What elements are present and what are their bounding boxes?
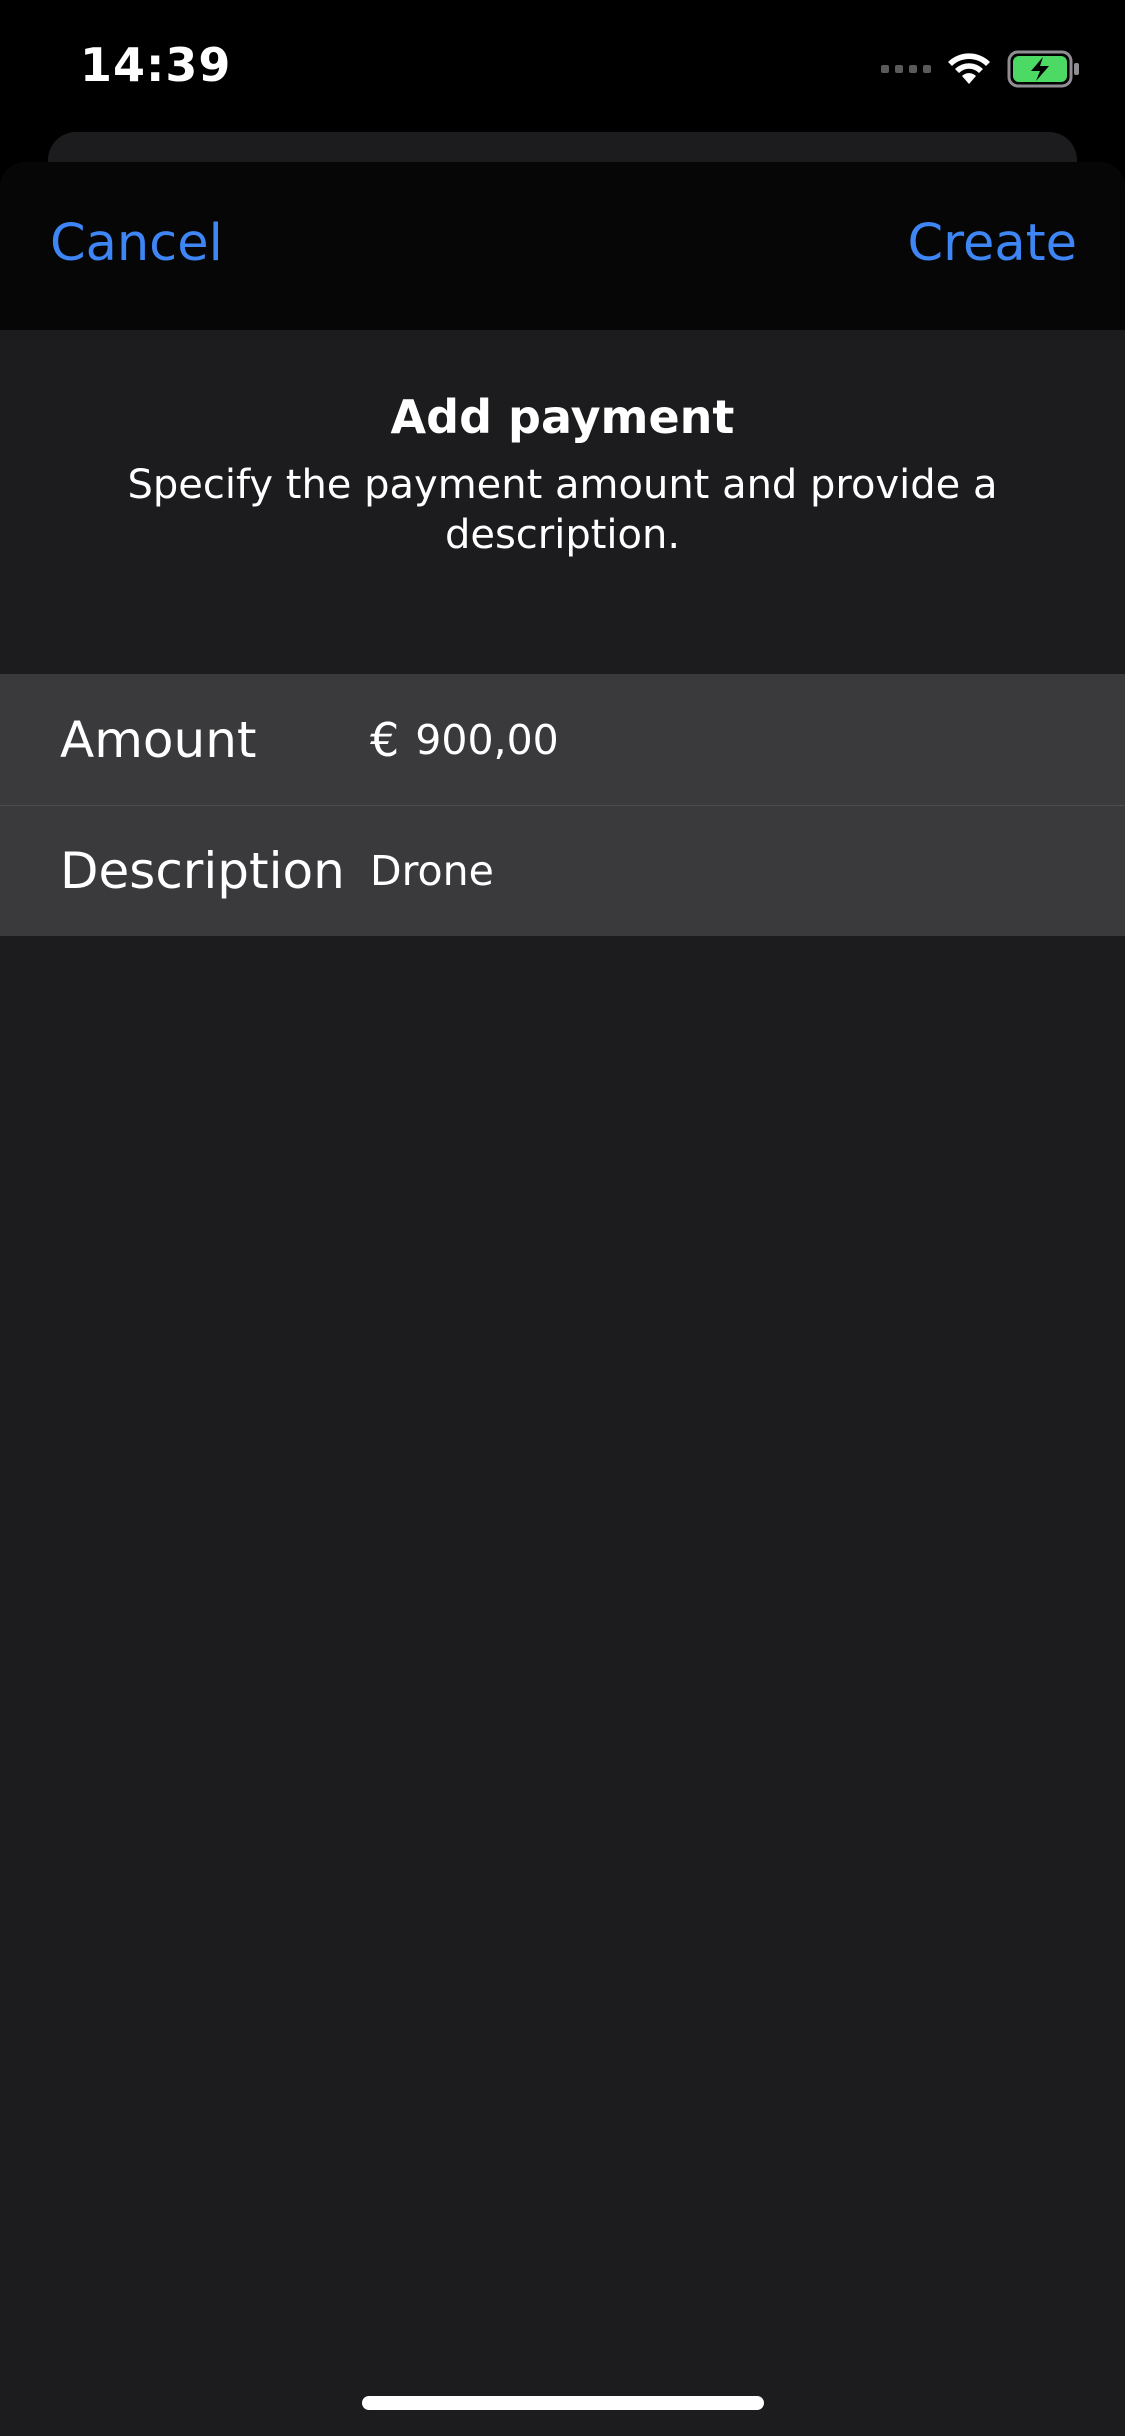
status-bar: 14:39 [0, 0, 1125, 134]
amount-field[interactable]: € 900,00 [370, 713, 559, 767]
description-label: Description [60, 842, 345, 900]
status-time: 14:39 [80, 38, 232, 92]
payment-form: Amount € 900,00 Description Drone [0, 674, 1125, 936]
header-block: Add payment Specify the payment amount a… [0, 330, 1125, 674]
create-button[interactable]: Create [908, 214, 1077, 273]
amount-row[interactable]: Amount € 900,00 [0, 674, 1125, 805]
page-subtitle: Specify the payment amount and provide a… [127, 462, 998, 558]
home-indicator[interactable] [362, 2396, 764, 2410]
cancel-button[interactable]: Cancel [50, 214, 223, 273]
amount-value: 900,00 [415, 715, 559, 764]
nav-bar: Cancel Create [0, 162, 1125, 330]
signal-icon [881, 65, 931, 73]
add-payment-sheet: Cancel Create Add payment Specify the pa… [0, 162, 1125, 2436]
description-row[interactable]: Description Drone [0, 805, 1125, 936]
page-title: Add payment [390, 390, 735, 444]
amount-label: Amount [60, 710, 257, 769]
currency-symbol: € [370, 712, 400, 767]
wifi-icon [948, 53, 990, 84]
status-icons [881, 48, 1081, 90]
description-field[interactable]: Drone [370, 847, 494, 895]
battery-charging-icon [1007, 50, 1079, 88]
